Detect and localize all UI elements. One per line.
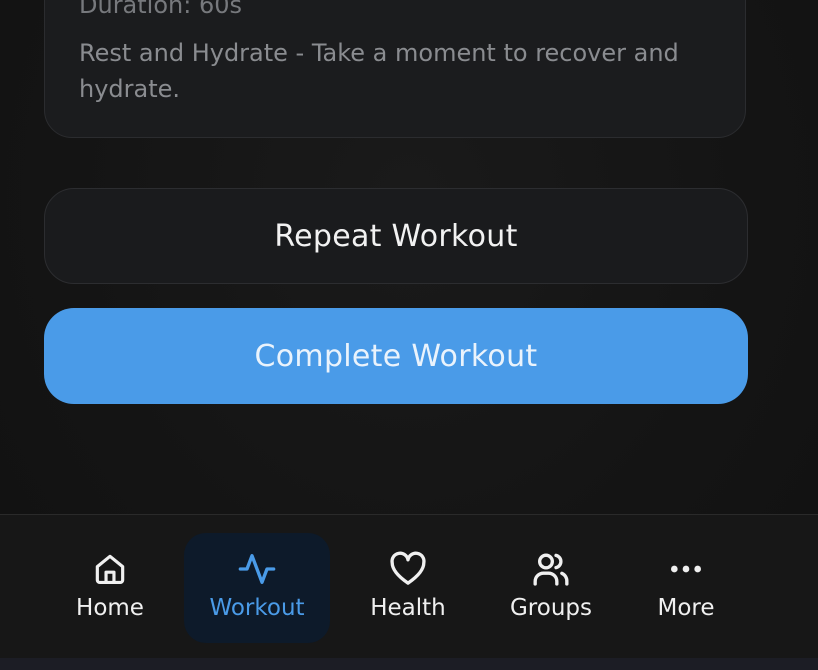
nav-item-health[interactable]: Health <box>358 533 458 643</box>
nav-label-workout: Workout <box>209 595 305 621</box>
step-description: Rest and Hydrate - Take a moment to reco… <box>79 39 679 103</box>
workout-screen: Duration: 60s Rest and Hydrate - Take a … <box>0 0 818 670</box>
repeat-workout-button[interactable]: Repeat Workout <box>44 188 748 284</box>
nav-label-health: Health <box>370 595 446 621</box>
repeat-workout-label: Repeat Workout <box>274 218 518 254</box>
nav-item-more[interactable]: More <box>636 533 736 643</box>
nav-item-home[interactable]: Home <box>60 533 160 643</box>
nav-label-groups: Groups <box>509 595 592 621</box>
step-duration: Duration: 60s <box>79 0 242 19</box>
nav-label-more: More <box>657 595 715 621</box>
nav-item-workout[interactable]: Workout <box>184 533 330 643</box>
bottom-navigation: Home Workout Health Groups More <box>0 514 818 659</box>
activity-icon <box>237 549 277 589</box>
users-icon <box>531 549 571 589</box>
heart-icon <box>388 549 428 589</box>
complete-workout-button[interactable]: Complete Workout <box>44 308 748 404</box>
more-icon <box>666 549 706 589</box>
nav-label-home: Home <box>76 595 144 621</box>
complete-workout-label: Complete Workout <box>254 338 538 374</box>
workout-step-card: Duration: 60s Rest and Hydrate - Take a … <box>44 0 746 138</box>
home-icon <box>90 549 130 589</box>
nav-item-groups[interactable]: Groups <box>496 533 606 643</box>
bottom-edge-strip <box>0 658 818 670</box>
